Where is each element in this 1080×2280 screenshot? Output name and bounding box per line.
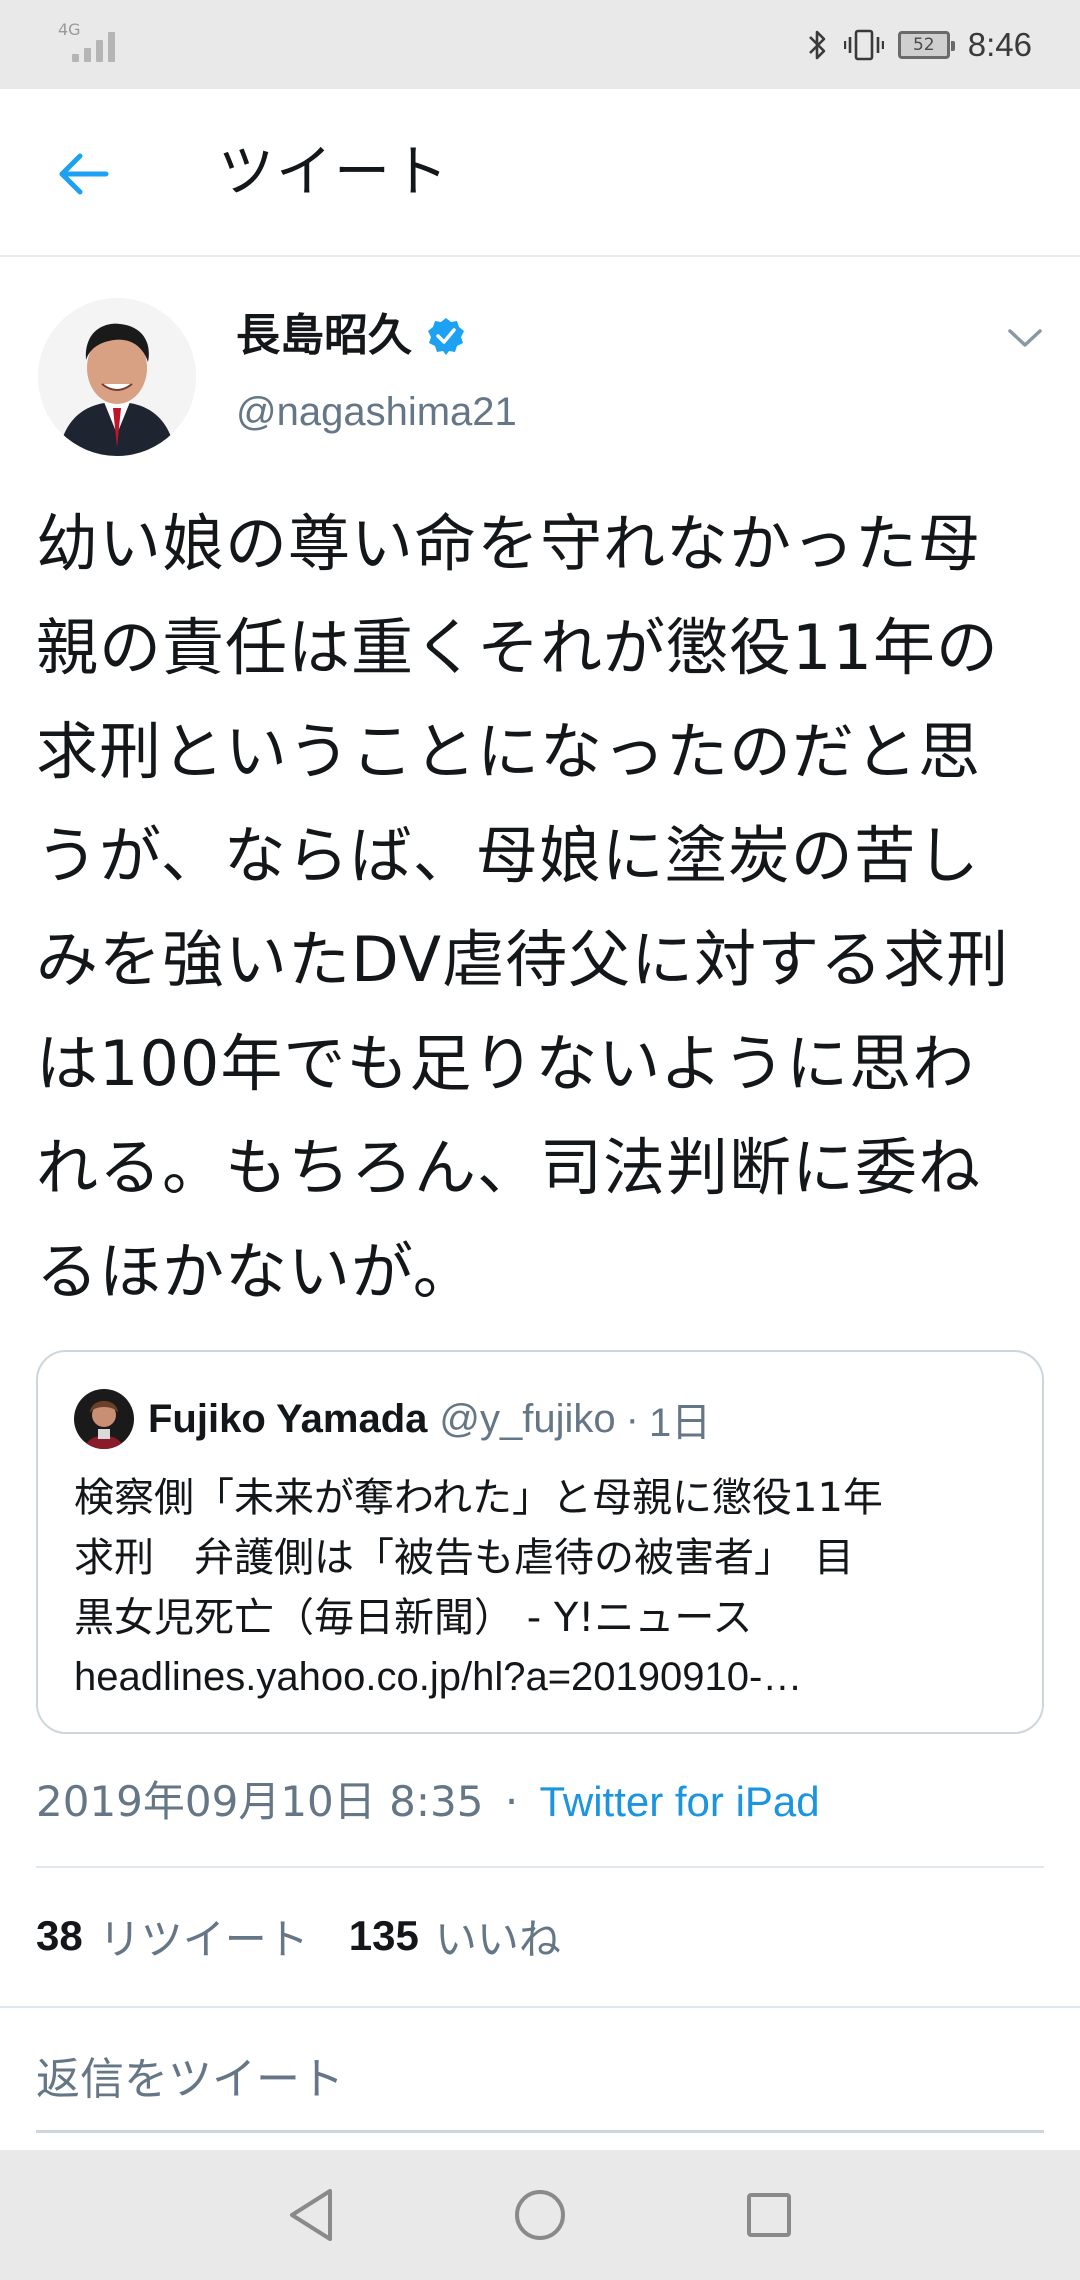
tweet-text: 幼い娘の尊い命を守れなかった母 親の責任は重くそれが懲役11年の 求刑ということ…: [36, 507, 1010, 1308]
signal-icon: 4G: [58, 22, 126, 66]
avatar[interactable]: [38, 298, 196, 456]
tweet-stats: 38 リツイート 135 いいね: [36, 1906, 601, 1966]
quoted-handle: @y_fujiko: [439, 1396, 616, 1441]
status-bar: 4G 52 8:46: [0, 0, 1080, 89]
battery-level: 52: [912, 35, 935, 55]
avatar-image: [38, 298, 196, 456]
status-icons: 52 8:46: [806, 22, 1032, 68]
quoted-tweet-header: Fujiko Yamada @y_fujiko · 1日: [74, 1388, 711, 1450]
reply-input[interactable]: 返信をツイート: [36, 2050, 344, 2110]
reply-underline: [36, 2130, 1044, 2133]
like-count[interactable]: 135: [349, 1912, 419, 1960]
quoted-avatar: [74, 1389, 134, 1449]
quoted-tweet-card[interactable]: Fujiko Yamada @y_fujiko · 1日 検察側「未来が奪われた…: [36, 1350, 1044, 1734]
back-triangle-icon: [290, 2189, 332, 2241]
network-type: 4G: [58, 20, 81, 39]
nav-recents-button[interactable]: [734, 2180, 804, 2250]
home-circle-icon: [515, 2190, 565, 2240]
recents-square-icon: [747, 2193, 791, 2237]
quoted-separator: ·: [625, 1396, 639, 1441]
tweet-options-button[interactable]: [1000, 318, 1050, 358]
back-button[interactable]: [48, 139, 118, 209]
battery-icon: 52: [897, 31, 955, 59]
tweet-source-link[interactable]: Twitter for iPad: [540, 1778, 820, 1825]
bluetooth-icon: [808, 30, 826, 60]
quoted-link[interactable]: headlines.yahoo.co.jp/hl?a=20190910-…: [74, 1648, 1014, 1706]
like-label[interactable]: いいね: [435, 1906, 561, 1967]
tweet-meta: 2019年09月10日 8:35 · Twitter for iPad: [36, 1772, 820, 1832]
tweet-date: 2019年09月10日 8:35: [36, 1777, 484, 1826]
verified-badge-icon: [428, 318, 464, 355]
divider: [36, 1866, 1044, 1868]
quoted-text: 検察側「未来が奪われた」と母親に懲役11年 求刑 弁護側は「被告も虐待の被害者」…: [74, 1475, 883, 1641]
retweet-label[interactable]: リツイート: [99, 1906, 309, 1967]
quoted-time: 1日: [648, 1401, 712, 1445]
user-handle[interactable]: @nagashima21: [236, 386, 517, 438]
meta-separator: ·: [504, 1777, 519, 1826]
nav-back-button[interactable]: [276, 2180, 346, 2250]
nav-home-button[interactable]: [505, 2180, 575, 2250]
vibrate-icon: [843, 29, 884, 61]
chevron-down-icon: [1008, 329, 1042, 347]
display-name-text: 長島昭久: [236, 310, 412, 361]
quoted-name: Fujiko Yamada: [148, 1396, 428, 1441]
system-nav-bar: [0, 2150, 1080, 2280]
app-bar: ツイート: [0, 89, 1080, 257]
retweet-count[interactable]: 38: [36, 1912, 83, 1960]
status-time: 8:46: [967, 26, 1032, 63]
arrow-left-icon: [59, 153, 109, 195]
display-name[interactable]: 長島昭久: [236, 308, 466, 364]
page-title: ツイート: [218, 140, 450, 205]
divider: [0, 2006, 1080, 2008]
